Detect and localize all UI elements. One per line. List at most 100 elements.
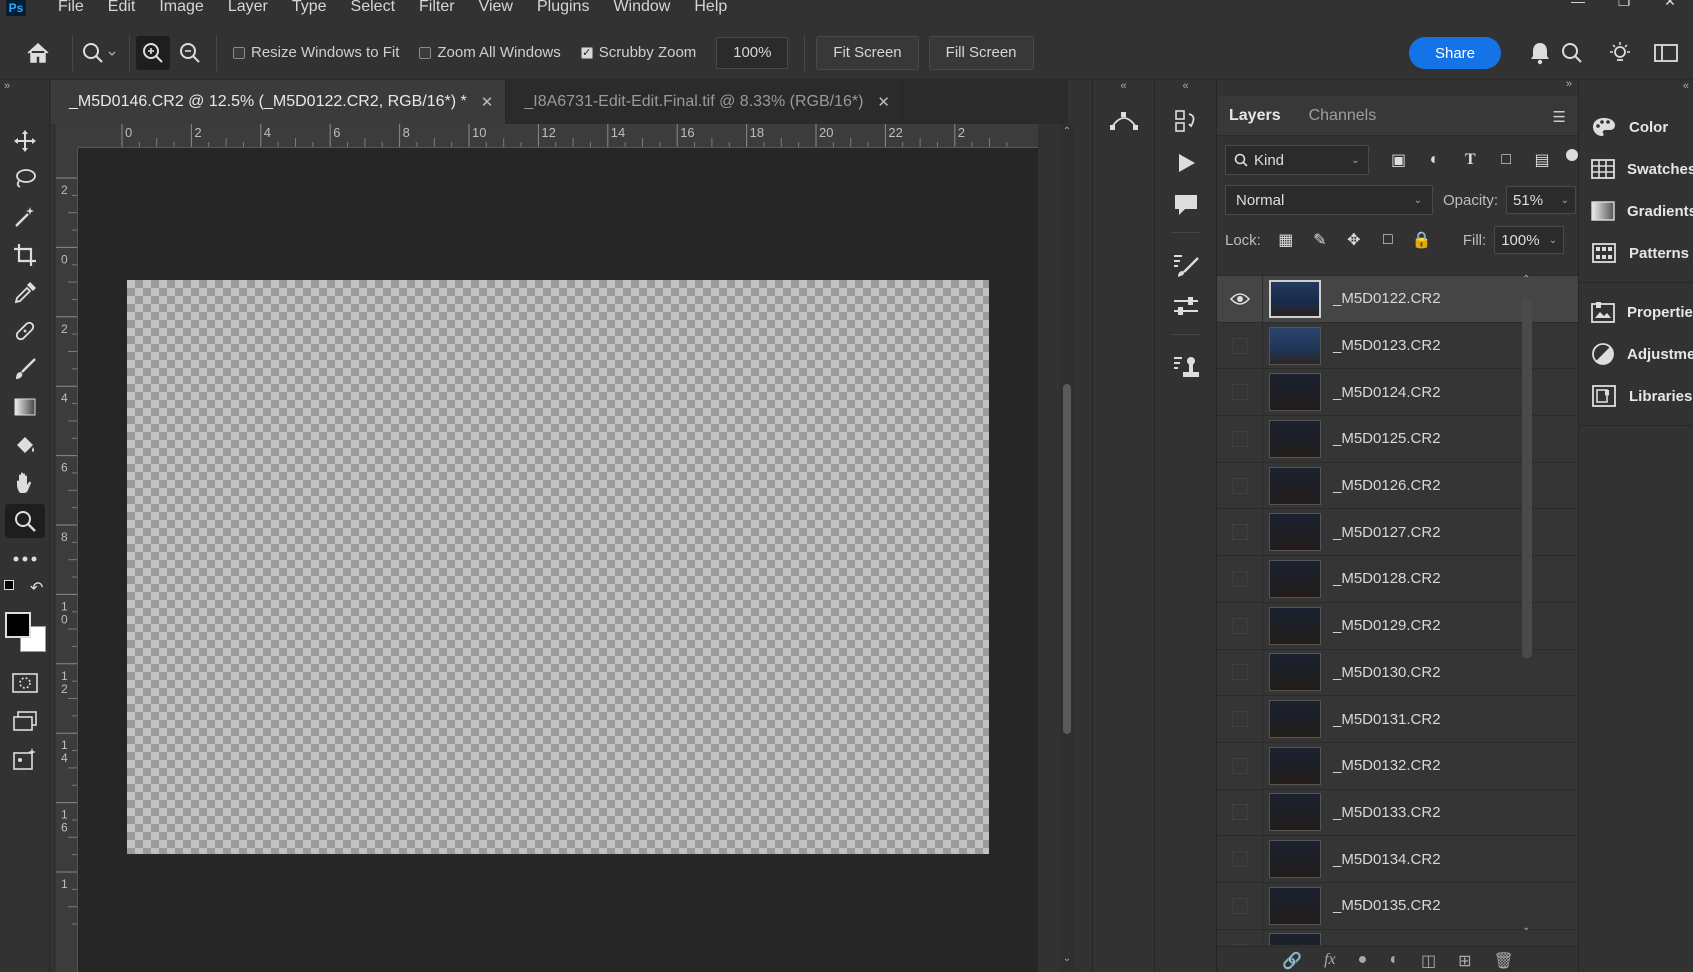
tab-layers[interactable]: Layers — [1229, 107, 1281, 125]
panel-color[interactable]: Color — [1579, 106, 1693, 148]
visibility-toggle[interactable] — [1217, 929, 1263, 945]
layer-thumbnail[interactable] — [1269, 279, 1321, 318]
comments-icon[interactable] — [1155, 184, 1217, 226]
bell-icon[interactable] — [1524, 37, 1556, 69]
lock-all-icon[interactable]: 🔒 — [1405, 230, 1439, 250]
layer-thumbnail[interactable] — [1269, 513, 1321, 552]
zoom-tool-icon[interactable] — [0, 502, 50, 540]
menu-view[interactable]: View — [467, 0, 525, 16]
delete-layer-icon[interactable]: 🗑 — [1494, 951, 1514, 972]
lock-artboard-icon[interactable]: □ — [1371, 231, 1405, 249]
layer-thumbnail[interactable] — [1269, 606, 1321, 645]
layers-scrollbar[interactable]: ⌃ ⌄ — [1518, 274, 1536, 942]
quick-mask-icon[interactable] — [0, 664, 50, 702]
share-button[interactable]: Share — [1409, 37, 1501, 69]
default-colors-icon[interactable] — [4, 580, 14, 590]
chevron-down-icon[interactable]: ⌄ — [1549, 235, 1557, 246]
lock-image-pixels-icon[interactable]: ✎ — [1303, 230, 1337, 250]
lasso-tool-icon[interactable] — [0, 160, 50, 198]
workspace-icon[interactable] — [1650, 37, 1682, 69]
panel-adjustments[interactable]: Adjustme... — [1579, 333, 1693, 375]
clone-source-icon[interactable] — [1155, 346, 1217, 388]
panel-gradients[interactable]: Gradients — [1579, 190, 1693, 232]
restore-icon[interactable]: ❐ — [1601, 0, 1647, 14]
crop-tool-icon[interactable] — [0, 236, 50, 274]
transparent-canvas[interactable] — [127, 280, 989, 854]
layer-thumbnail[interactable] — [1269, 933, 1321, 945]
ruler-origin[interactable] — [56, 124, 78, 148]
checkmark-icon[interactable]: ✓ — [580, 46, 593, 59]
zoom-tool-preset-icon[interactable] — [79, 33, 119, 73]
layer-thumbnail[interactable] — [1269, 326, 1321, 365]
collapse-dock-icon[interactable]: « — [1093, 80, 1154, 100]
eye-visibility-icon[interactable] — [1217, 276, 1263, 322]
layer-thumbnail[interactable] — [1269, 840, 1321, 879]
visibility-toggle[interactable] — [1217, 789, 1263, 836]
menu-file[interactable]: File — [46, 0, 96, 16]
brush-presets-icon[interactable] — [1155, 286, 1217, 328]
app-logo[interactable]: Ps — [0, 0, 32, 26]
menu-help[interactable]: Help — [682, 0, 739, 16]
magic-wand-tool-icon[interactable] — [0, 198, 50, 236]
new-adjustment-layer-icon[interactable]: ◐ — [1389, 951, 1399, 972]
paths-icon[interactable] — [1093, 100, 1155, 142]
layer-thumbnail[interactable] — [1269, 373, 1321, 412]
scrubby-zoom-checkbox[interactable]: ✓ Scrubby Zoom — [580, 44, 696, 61]
shape-layer-filter-icon[interactable]: □ — [1488, 151, 1524, 169]
menu-plugins[interactable]: Plugins — [525, 0, 601, 16]
fill-field[interactable]: 100% ⌄ — [1494, 226, 1565, 254]
menu-window[interactable]: Window — [601, 0, 682, 16]
expand-panel-icon[interactable]: » — [0, 80, 49, 96]
brush-settings-icon[interactable] — [1155, 244, 1217, 286]
actions-play-icon[interactable] — [1155, 142, 1217, 184]
layer-thumbnail[interactable] — [1269, 886, 1321, 925]
zoom-percent-field[interactable]: 100% — [716, 36, 789, 69]
canvas-vertical-scrollbar[interactable]: ⌃ ⌄ — [1060, 124, 1074, 972]
visibility-toggle[interactable] — [1217, 882, 1263, 929]
discover-lightbulb-icon[interactable] — [1604, 37, 1636, 69]
vertical-ruler[interactable]: 202468101214161 — [56, 148, 78, 972]
dock-grip[interactable] — [1171, 232, 1200, 238]
scroll-down-icon[interactable]: ⌄ — [1060, 953, 1074, 964]
visibility-toggle[interactable] — [1217, 462, 1263, 509]
layer-thumbnail[interactable] — [1269, 700, 1321, 739]
zoom-all-windows-checkbox[interactable]: Zoom All Windows — [419, 44, 561, 61]
foreground-color-swatch[interactable] — [5, 612, 31, 638]
layer-style-icon[interactable]: fx — [1324, 951, 1336, 972]
smart-object-filter-icon[interactable]: ▤ — [1524, 150, 1560, 170]
document-tab[interactable]: _I8A6731-Edit-Edit.Final.tif @ 8.33% (RG… — [506, 80, 903, 124]
chevron-down-icon[interactable]: ⌄ — [1561, 195, 1569, 206]
close-tab-icon[interactable]: ✕ — [877, 93, 890, 111]
visibility-toggle[interactable] — [1217, 509, 1263, 556]
add-mask-icon[interactable]: ● — [1358, 951, 1368, 972]
generative-fill-icon[interactable] — [0, 740, 50, 778]
new-group-icon[interactable]: ◫ — [1421, 951, 1436, 972]
zoom-in-icon[interactable] — [136, 35, 170, 70]
close-tab-icon[interactable]: ✕ — [481, 93, 494, 111]
collapse-dock-icon[interactable]: « — [1155, 80, 1216, 100]
scroll-down-icon[interactable]: ⌄ — [1522, 922, 1530, 933]
search-icon[interactable] — [1556, 37, 1588, 69]
zoom-out-icon[interactable] — [170, 33, 210, 73]
visibility-toggle[interactable] — [1217, 836, 1263, 883]
menu-filter[interactable]: Filter — [407, 0, 467, 16]
brush-tool-icon[interactable] — [0, 350, 50, 388]
layer-thumbnail[interactable] — [1269, 746, 1321, 785]
swap-colors-icon[interactable]: ↶ — [30, 578, 43, 598]
scroll-up-icon[interactable]: ⌃ — [1522, 274, 1530, 285]
filter-toggle-icon[interactable] — [1566, 149, 1579, 161]
visibility-toggle[interactable] — [1217, 415, 1263, 462]
scrollbar-thumb[interactable] — [1522, 298, 1532, 658]
checkbox-box[interactable] — [419, 46, 432, 59]
hand-tool-icon[interactable] — [0, 464, 50, 502]
panel-libraries[interactable]: Libraries — [1579, 375, 1693, 417]
layer-thumbnail[interactable] — [1269, 559, 1321, 598]
paint-bucket-tool-icon[interactable] — [0, 426, 50, 464]
tab-channels[interactable]: Channels — [1309, 107, 1377, 125]
menu-image[interactable]: Image — [147, 0, 215, 16]
panel-menu-icon[interactable]: ☰ — [1553, 108, 1566, 126]
new-layer-icon[interactable]: ⊞ — [1458, 951, 1471, 972]
visibility-toggle[interactable] — [1217, 555, 1263, 602]
panel-swatches[interactable]: Swatches — [1579, 148, 1693, 190]
layer-thumbnail[interactable] — [1269, 793, 1321, 832]
